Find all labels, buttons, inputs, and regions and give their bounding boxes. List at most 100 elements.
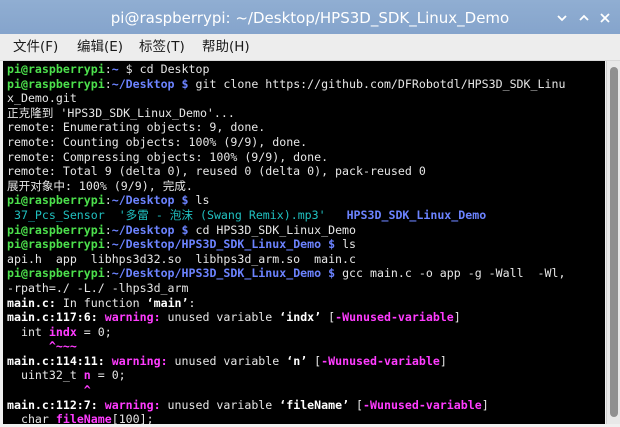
terminal-text-span: ~/Desktop/HPS3D_SDK_Linux_Demo $ xyxy=(111,266,336,281)
menu-bar: 文件(F) 编辑(E) 标签(T) 帮助(H) xyxy=(0,34,620,61)
terminal-text-span: ~/Desktop $ xyxy=(111,193,189,208)
terminal-text-span: = 0; xyxy=(90,368,126,383)
terminal-line: main.c: In function ‘main’: xyxy=(7,296,605,311)
terminal-line: remote: Compressing objects: 100% (9/9),… xyxy=(7,150,605,165)
terminal-lines: pi@raspberrypi:~ $ cd Desktop pi@raspberr… xyxy=(7,62,605,424)
terminal-text-span: : xyxy=(104,222,112,237)
terminal-text-span: ‘indx’ xyxy=(279,310,322,325)
terminal-text-span: main.c:117:6: xyxy=(7,310,98,325)
terminal-text-span: ls xyxy=(335,237,357,252)
terminal-text-span: 37_Pcs_Sensor xyxy=(13,207,105,222)
terminal-text-span: 正克隆到 'HPS3D_SDK_Linux_Demo'... xyxy=(7,105,235,120)
terminal-text-span: ls xyxy=(188,193,210,208)
terminal-text-span: : xyxy=(104,62,112,76)
terminal-text-span xyxy=(105,208,119,222)
maximize-button[interactable] xyxy=(577,11,591,25)
terminal-text-span: indx xyxy=(48,324,77,339)
terminal-text-span: cd HPS3D_SDK_Linux_Demo xyxy=(188,222,357,237)
terminal-text-span: -Wunused-variable xyxy=(363,397,482,412)
terminal-text-span: [ xyxy=(307,353,322,368)
terminal-text-span: git clone https://github.com/DFRobotdl/H… xyxy=(188,76,566,91)
terminal-text-span: ~ xyxy=(111,62,119,76)
terminal-text-span: main.c: xyxy=(7,295,56,310)
terminal-text-span: ‘main’ xyxy=(146,295,189,310)
terminal-text-span: [ xyxy=(349,397,364,412)
terminal-line: 展开对象中: 100% (9/9), 完成. xyxy=(7,179,605,194)
terminal-line: ^ xyxy=(7,383,605,398)
menu-tabs[interactable]: 标签(T) xyxy=(139,34,185,60)
terminal-line: pi@raspberrypi:~ $ cd Desktop xyxy=(7,62,605,77)
title-bar[interactable]: pi@raspberrypi: ~/Desktop/HPS3D_SDK_Linu… xyxy=(0,0,620,34)
terminal-window: pi@raspberrypi: ~/Desktop/HPS3D_SDK_Linu… xyxy=(0,0,620,427)
terminal-text-span: $ cd Desktop xyxy=(118,62,210,76)
terminal-text-span: In function xyxy=(55,295,147,310)
terminal-output[interactable]: pi@raspberrypi:~ $ cd Desktop pi@raspberr… xyxy=(3,61,605,424)
terminal-line: pi@raspberrypi:~/Desktop/HPS3D_SDK_Linux… xyxy=(7,237,605,252)
terminal-text-span: pi@raspberrypi xyxy=(7,76,105,91)
close-button[interactable] xyxy=(598,11,612,25)
terminal-line: 正克隆到 'HPS3D_SDK_Linux_Demo'... xyxy=(7,106,605,121)
chevron-down-icon xyxy=(557,15,567,22)
terminal-text-span: ] xyxy=(439,353,447,368)
terminal-line: pi@raspberrypi:~/Desktop/HPS3D_SDK_Linux… xyxy=(7,266,605,281)
terminal-text-span: : xyxy=(104,193,112,208)
terminal-line: char fileName[100]; xyxy=(7,412,605,424)
menu-edit[interactable]: 编辑(E) xyxy=(77,34,123,60)
vertical-scrollbar[interactable] xyxy=(606,61,620,424)
terminal-text-span: pi@raspberrypi xyxy=(7,237,105,252)
terminal-text-span: : xyxy=(104,76,112,91)
terminal-line: remote: Enumerating objects: 9, done. xyxy=(7,120,605,135)
terminal-text-span: main.c:114:11: xyxy=(7,353,105,368)
terminal-line: main.c:117:6: warning: unused variable ‘… xyxy=(7,310,605,325)
terminal-text-span: pi@raspberrypi xyxy=(7,193,105,208)
terminal-line: pi@raspberrypi:~/Desktop $ ls xyxy=(7,193,605,208)
terminal-text-span: pi@raspberrypi xyxy=(7,266,105,281)
terminal-text-span: '多雷 - 泡沫 (Swang Remix).mp3' xyxy=(118,207,326,222)
close-icon xyxy=(600,13,610,23)
terminal-text-span xyxy=(98,310,105,324)
terminal-text-span: [100]; xyxy=(111,412,154,424)
terminal-text-span: unused variable xyxy=(160,310,280,325)
menu-help[interactable]: 帮助(H) xyxy=(202,34,250,60)
terminal-text-span: n xyxy=(83,368,91,383)
terminal-text-span: fileName xyxy=(55,412,112,424)
terminal-text-span: -Wunused-variable xyxy=(321,353,440,368)
terminal-text-span xyxy=(7,339,49,353)
terminal-text-span: : xyxy=(104,237,112,252)
terminal-line: remote: Counting objects: 100% (9/9), do… xyxy=(7,135,605,150)
scrollbar-thumb[interactable] xyxy=(610,67,618,417)
terminal-text-span: HPS3D_SDK_Linux_Demo xyxy=(346,207,487,222)
terminal-text-span: 展开对象中: 100% (9/9), 完成. xyxy=(7,178,193,193)
terminal-text-span: api.h app libhps3d32.so libhps3d_arm.so … xyxy=(7,251,357,266)
terminal-line: remote: Total 9 (delta 0), reused 0 (del… xyxy=(7,164,605,179)
terminal-line: x_Demo.git xyxy=(7,91,605,106)
terminal-text-span: ^~~~ xyxy=(48,339,77,354)
menu-file[interactable]: 文件(F) xyxy=(13,34,58,60)
window-title: pi@raspberrypi: ~/Desktop/HPS3D_SDK_Linu… xyxy=(110,9,510,27)
terminal-text-span: warning: xyxy=(104,397,161,412)
terminal-line: main.c:114:11: warning: unused variable … xyxy=(7,354,605,369)
terminal-line: main.c:112:7: warning: unused variable ‘… xyxy=(7,398,605,413)
terminal-line: int indx = 0; xyxy=(7,325,605,340)
terminal-text-span: warning: xyxy=(111,353,168,368)
terminal-text-span: pi@raspberrypi xyxy=(7,62,105,76)
terminal-text-span xyxy=(105,354,112,368)
terminal-text-span: ~/Desktop $ xyxy=(111,76,189,91)
terminal-text-span: = 0; xyxy=(76,324,112,339)
terminal-text-span: main.c:112:7: xyxy=(7,397,98,412)
terminal-text-span: remote: Total 9 (delta 0), reused 0 (del… xyxy=(7,164,426,179)
terminal-line: pi@raspberrypi:~/Desktop $ cd HPS3D_SDK_… xyxy=(7,223,605,238)
terminal-line: ^~~~ xyxy=(7,339,605,354)
terminal-text-span: ‘fileName’ xyxy=(279,397,350,412)
terminal-text-span xyxy=(7,208,14,222)
terminal-text-span: -Wunused-variable xyxy=(335,310,454,325)
terminal-text-span: warning: xyxy=(104,310,161,325)
terminal-text-span xyxy=(326,208,347,222)
terminal-text-span: -rpath=./ -L./ -lhps3d_arm xyxy=(7,280,189,295)
terminal-text-span: ‘n’ xyxy=(286,353,308,368)
terminal-text-span: char xyxy=(7,412,56,424)
minimize-button[interactable] xyxy=(555,11,569,25)
terminal-text-span: ] xyxy=(453,310,461,325)
terminal-line: uint32_t n = 0; xyxy=(7,368,605,383)
terminal-text-span: unused variable xyxy=(160,397,280,412)
